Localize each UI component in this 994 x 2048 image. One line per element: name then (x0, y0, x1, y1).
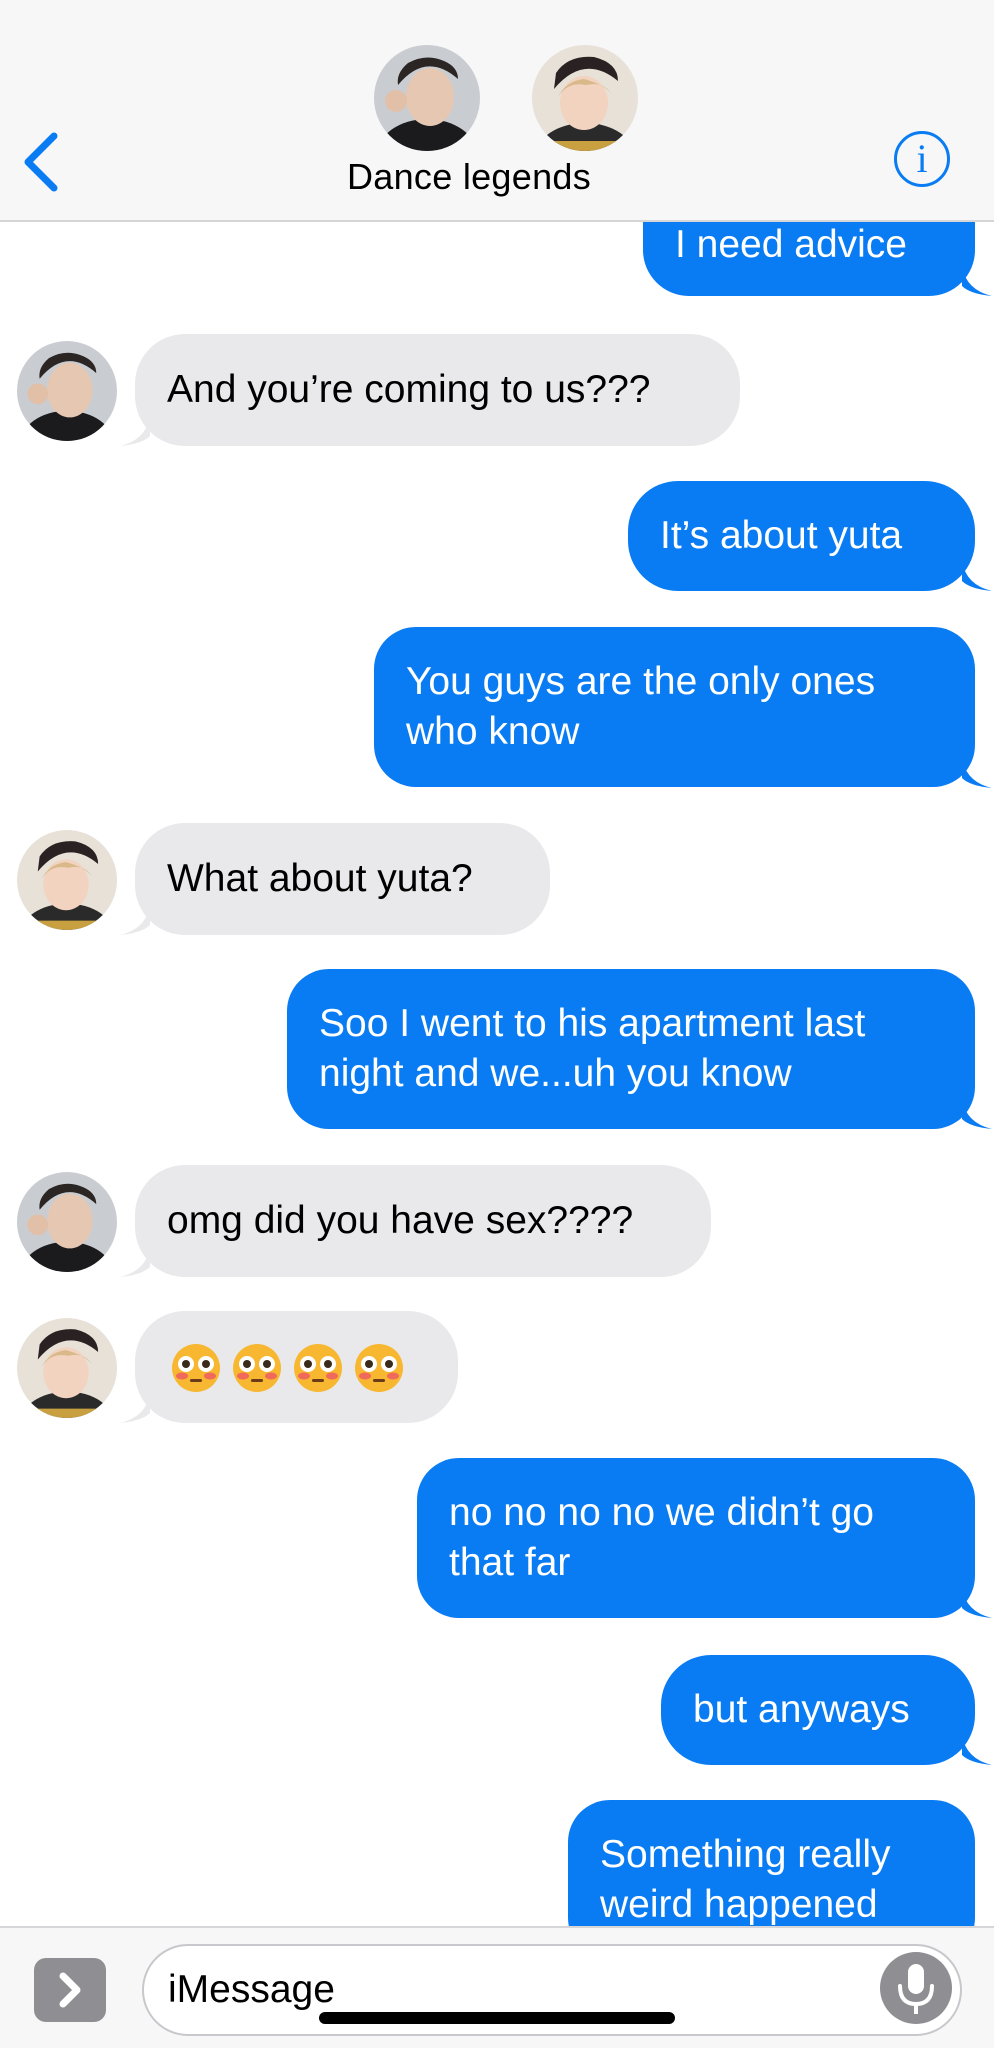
flushed-face-icon (294, 1344, 342, 1392)
message-text-line: no no no no we didn’t go (449, 1491, 875, 1534)
bubble-tail (962, 1735, 992, 1765)
message-bubble-incoming[interactable] (135, 1311, 458, 1423)
message-bubble-outgoing[interactable]: but anyways (661, 1655, 975, 1765)
bubble-tail (120, 1247, 150, 1277)
avatar-member2[interactable] (532, 45, 638, 151)
bubble-tail (962, 1099, 992, 1129)
sender-avatar[interactable] (17, 1318, 117, 1418)
message-text: but anyways (693, 1688, 910, 1731)
conversation-header: Dance legends i (0, 0, 994, 222)
sender-avatar[interactable] (17, 1172, 117, 1272)
compose-bar (0, 1926, 994, 2048)
message-text-line: Something really (600, 1833, 891, 1876)
microphone-icon (898, 1964, 934, 2014)
flushed-face-icon (233, 1344, 281, 1392)
member2-photo (532, 45, 638, 151)
message-text-line: who know (406, 710, 580, 753)
bubble-tail (120, 905, 150, 935)
chevron-right-icon (59, 1972, 81, 2008)
message-bubble-outgoing[interactable]: You guys are the only ones who know (374, 627, 975, 787)
message-bubble-incoming[interactable]: And you’re coming to us??? (135, 334, 740, 446)
bubble-tail (962, 561, 992, 591)
messages-screen: Dance legends i I need advice And you’re… (0, 0, 994, 2048)
message-text-line: You guys are the only ones (406, 660, 876, 703)
bubble-tail (962, 266, 992, 296)
message-bubble-outgoing[interactable]: no no no no we didn’t go that far (417, 1458, 975, 1618)
member2-avatar-photo (17, 830, 117, 930)
sender-avatar[interactable] (17, 341, 117, 441)
message-text: And you’re coming to us??? (167, 368, 651, 411)
bubble-tail (962, 1588, 992, 1618)
info-button[interactable]: i (894, 131, 950, 187)
avatar-member1[interactable] (374, 45, 480, 151)
message-bubble-outgoing[interactable]: Soo I went to his apartment last night a… (287, 969, 975, 1129)
bubble-tail (120, 1393, 150, 1423)
member1-avatar-photo (17, 341, 117, 441)
sender-avatar[interactable] (17, 830, 117, 930)
message-text-line: Soo I went to his apartment last (319, 1002, 866, 1045)
message-text-line: weird happened (600, 1883, 878, 1926)
member2-avatar-photo (17, 1318, 117, 1418)
home-indicator[interactable] (319, 2012, 675, 2024)
app-drawer-button[interactable] (34, 1958, 106, 2022)
member1-photo (374, 45, 480, 151)
message-text: I need advice (675, 223, 908, 266)
message-text-line: that far (449, 1541, 571, 1584)
message-bubble-incoming[interactable]: omg did you have sex???? (135, 1165, 711, 1277)
message-text-line: night and we...uh you know (319, 1052, 792, 1095)
message-text: omg did you have sex???? (167, 1199, 634, 1242)
bubble-tail (120, 416, 150, 446)
message-text: It’s about yuta (660, 514, 903, 557)
dictation-button[interactable] (880, 1952, 952, 2024)
info-icon: i (916, 136, 928, 181)
message-bubble-incoming[interactable]: What about yuta? (135, 823, 550, 935)
message-bubble-outgoing[interactable]: It’s about yuta (628, 481, 975, 591)
flushed-face-icon (355, 1344, 403, 1392)
message-text: What about yuta? (167, 857, 473, 900)
flushed-face-icon (172, 1344, 220, 1392)
member1-avatar-photo (17, 1172, 117, 1272)
conversation-title[interactable]: Dance legends (0, 156, 938, 198)
bubble-tail (962, 758, 992, 788)
